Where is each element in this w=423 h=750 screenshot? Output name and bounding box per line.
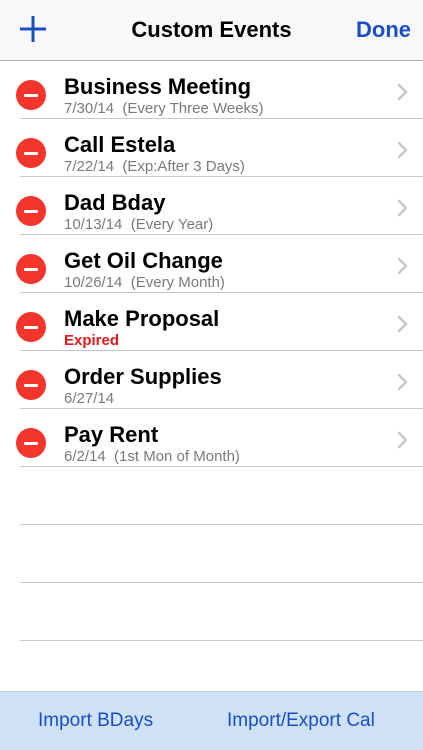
chevron-right-icon[interactable] bbox=[397, 315, 409, 333]
minus-circle-icon bbox=[24, 210, 38, 213]
delete-button[interactable] bbox=[16, 80, 46, 110]
event-date: 10/26/14 (Every Month) bbox=[64, 274, 225, 291]
expired-label: Expired bbox=[64, 332, 120, 349]
empty-row bbox=[0, 583, 423, 641]
delete-button[interactable] bbox=[16, 254, 46, 284]
custom-events-screen: Custom Events Done Business Meeting 7/30/… bbox=[0, 0, 423, 750]
minus-circle-icon bbox=[24, 326, 38, 329]
bottom-toolbar: Import BDays Import/Export Cal bbox=[0, 691, 423, 750]
event-title: Call Estela bbox=[64, 132, 176, 157]
event-title: Get Oil Change bbox=[64, 248, 223, 273]
delete-button[interactable] bbox=[16, 138, 46, 168]
empty-row bbox=[0, 525, 423, 583]
chevron-right-icon[interactable] bbox=[397, 373, 409, 391]
event-date: 7/30/14 (Every Three Weeks) bbox=[64, 100, 264, 117]
list-item[interactable]: Call Estela 7/22/14 (Exp:After 3 Days) bbox=[0, 119, 423, 177]
event-title: Make Proposal bbox=[64, 306, 220, 331]
event-date: 6/27/14 bbox=[64, 390, 115, 407]
minus-circle-icon bbox=[24, 442, 38, 445]
chevron-right-icon[interactable] bbox=[397, 199, 409, 217]
import-export-cal-button[interactable]: Import/Export Cal bbox=[227, 710, 375, 732]
event-list: Business Meeting 7/30/14 (Every Three Wee… bbox=[0, 61, 423, 641]
event-title: Pay Rent bbox=[64, 422, 159, 447]
minus-circle-icon bbox=[24, 268, 38, 271]
list-item[interactable]: Business Meeting 7/30/14 (Every Three Wee… bbox=[0, 61, 423, 119]
event-title: Order Supplies bbox=[64, 364, 222, 389]
event-date: 10/13/14 (Every Year) bbox=[64, 216, 214, 233]
event-date: 7/22/14 (Exp:After 3 Days) bbox=[64, 158, 245, 175]
list-item[interactable]: Dad Bday 10/13/14 (Every Year) bbox=[0, 177, 423, 235]
chevron-right-icon[interactable] bbox=[397, 83, 409, 101]
minus-circle-icon bbox=[24, 384, 38, 387]
plus-icon bbox=[20, 16, 46, 42]
chevron-right-icon[interactable] bbox=[397, 141, 409, 159]
event-date: 6/2/14 (1st Mon of Month) bbox=[64, 448, 240, 465]
delete-button[interactable] bbox=[16, 312, 46, 342]
navigation-bar: Custom Events Done bbox=[0, 0, 423, 61]
event-title: Business Meeting bbox=[64, 74, 252, 99]
import-bdays-button[interactable]: Import BDays bbox=[38, 710, 153, 732]
list-item[interactable]: Get Oil Change 10/26/14 (Every Month) bbox=[0, 235, 423, 293]
delete-button[interactable] bbox=[16, 196, 46, 226]
list-item[interactable]: Order Supplies 6/27/14 bbox=[0, 351, 423, 409]
add-event-button[interactable] bbox=[18, 14, 48, 44]
delete-button[interactable] bbox=[16, 370, 46, 400]
done-button[interactable]: Done bbox=[356, 16, 411, 44]
row-separator bbox=[20, 640, 423, 641]
list-item[interactable]: Pay Rent 6/2/14 (1st Mon of Month) bbox=[0, 409, 423, 467]
minus-circle-icon bbox=[24, 152, 38, 155]
empty-row bbox=[0, 467, 423, 525]
event-title: Dad Bday bbox=[64, 190, 166, 215]
chevron-right-icon[interactable] bbox=[397, 431, 409, 449]
chevron-right-icon[interactable] bbox=[397, 257, 409, 275]
delete-button[interactable] bbox=[16, 428, 46, 458]
list-item[interactable]: Make Proposal Expired bbox=[0, 293, 423, 351]
minus-circle-icon bbox=[24, 94, 38, 97]
